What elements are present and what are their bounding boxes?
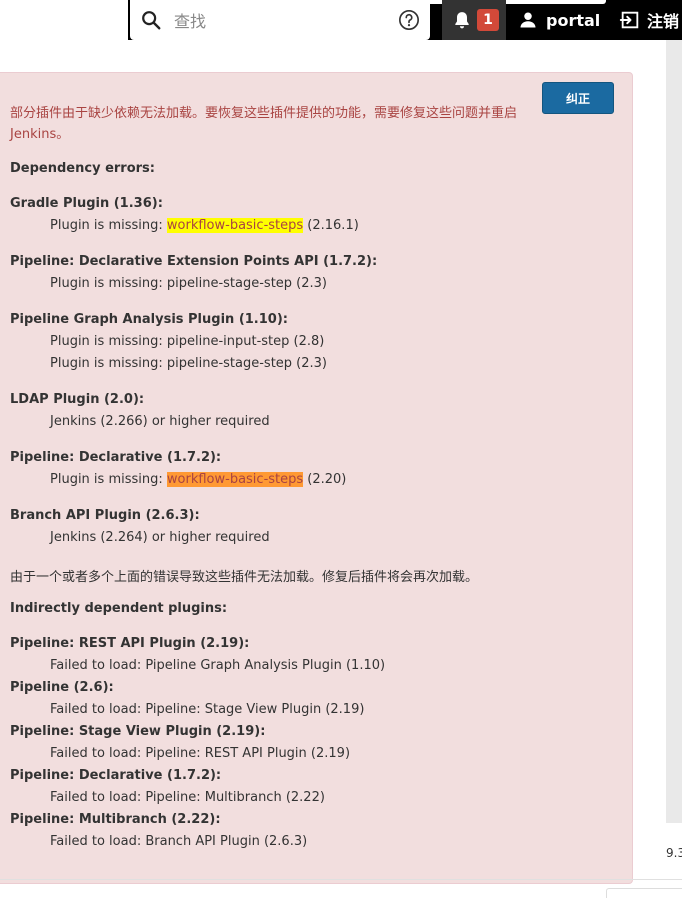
plugin-issue: Plugin is missing: pipeline-stage-step (… bbox=[50, 276, 327, 291]
indirect-plugin-issue: Failed to load: Branch API Plugin (2.6.3… bbox=[50, 834, 308, 849]
plugin-issue: Jenkins (2.264) or higher required bbox=[50, 530, 270, 545]
plugin-issue: Plugin is missing: pipeline-stage-step (… bbox=[50, 356, 327, 371]
logout-link[interactable]: 注销 bbox=[619, 0, 679, 40]
header-left-area bbox=[0, 0, 128, 40]
indirect-plugin-name: Pipeline (2.6): bbox=[10, 680, 114, 695]
plugin-name: Pipeline: Declarative (1.7.2): bbox=[10, 450, 222, 465]
logout-label: 注销 bbox=[647, 12, 680, 31]
missing-plugin-highlight: workflow-basic-steps bbox=[166, 218, 304, 233]
indirect-plugin-name: Pipeline: Multibranch (2.22): bbox=[10, 812, 221, 827]
footer-divider bbox=[0, 879, 682, 880]
search-box bbox=[130, 0, 430, 40]
alert-intro-text: 部分插件由于缺少依赖无法加载。要恢复这些插件提供的功能，需要修复这些问题并重启 … bbox=[10, 106, 518, 142]
search-input[interactable] bbox=[172, 6, 386, 36]
issue-prefix: Plugin is missing: bbox=[50, 472, 167, 487]
issue-suffix: (2.16.1) bbox=[303, 218, 359, 233]
indirect-plugin-issue: Failed to load: Pipeline: Multibranch (2… bbox=[50, 790, 325, 805]
indirect-plugin-name: Pipeline: Stage View Plugin (2.19): bbox=[10, 724, 266, 739]
page-background-strip bbox=[666, 40, 682, 823]
version-fragment: 9.3 bbox=[666, 846, 682, 860]
help-icon[interactable] bbox=[398, 9, 420, 31]
plugin-name: Pipeline Graph Analysis Plugin (1.10): bbox=[10, 312, 288, 327]
plugin-name: LDAP Plugin (2.0): bbox=[10, 392, 145, 407]
missing-plugin-highlight: workflow-basic-steps bbox=[166, 472, 304, 487]
indirect-plugin-issue: Failed to load: Pipeline: REST API Plugi… bbox=[50, 746, 351, 761]
plugin-name: Branch API Plugin (2.6.3): bbox=[10, 508, 200, 523]
plugin-issue: Plugin is missing: workflow-basic-steps … bbox=[50, 472, 346, 487]
bell-icon bbox=[455, 12, 469, 29]
user-icon bbox=[520, 12, 536, 28]
indirect-plugin-name: Pipeline: REST API Plugin (2.19): bbox=[10, 636, 250, 651]
plugin-name: Gradle Plugin (1.36): bbox=[10, 196, 163, 211]
fix-button[interactable]: 纠正 bbox=[542, 82, 614, 114]
issue-suffix: (2.20) bbox=[303, 472, 347, 487]
logout-icon bbox=[619, 11, 639, 29]
indirect-plugin-name: Pipeline: Declarative (1.7.2): bbox=[10, 768, 222, 783]
user-link[interactable]: portal bbox=[518, 0, 600, 40]
plugin-issue: Plugin is missing: pipeline-input-step (… bbox=[50, 334, 325, 349]
dependency-errors-title: Dependency errors: bbox=[10, 161, 155, 176]
notification-count-badge: 1 bbox=[477, 9, 499, 31]
indirect-title: Indirectly dependent plugins: bbox=[10, 601, 228, 616]
plugin-issue: Jenkins (2.266) or higher required bbox=[50, 414, 270, 429]
issue-prefix: Plugin is missing: bbox=[50, 218, 167, 233]
reload-note: 由于一个或者多个上面的错误导致这些插件无法加载。修复后插件将会再次加载。 bbox=[10, 570, 479, 585]
indirect-plugin-issue: Failed to load: Pipeline: Stage View Plu… bbox=[50, 702, 365, 717]
indirect-plugin-issue: Failed to load: Pipeline Graph Analysis … bbox=[50, 658, 386, 673]
user-name: portal bbox=[546, 10, 601, 30]
notifications-button[interactable]: 1 bbox=[442, 0, 506, 40]
plugin-issue: Plugin is missing: workflow-basic-steps … bbox=[50, 218, 359, 233]
top-header: 1 portal 注销 bbox=[0, 0, 682, 40]
plugin-name: Pipeline: Declarative Extension Points A… bbox=[10, 254, 378, 269]
search-icon[interactable] bbox=[140, 9, 162, 31]
